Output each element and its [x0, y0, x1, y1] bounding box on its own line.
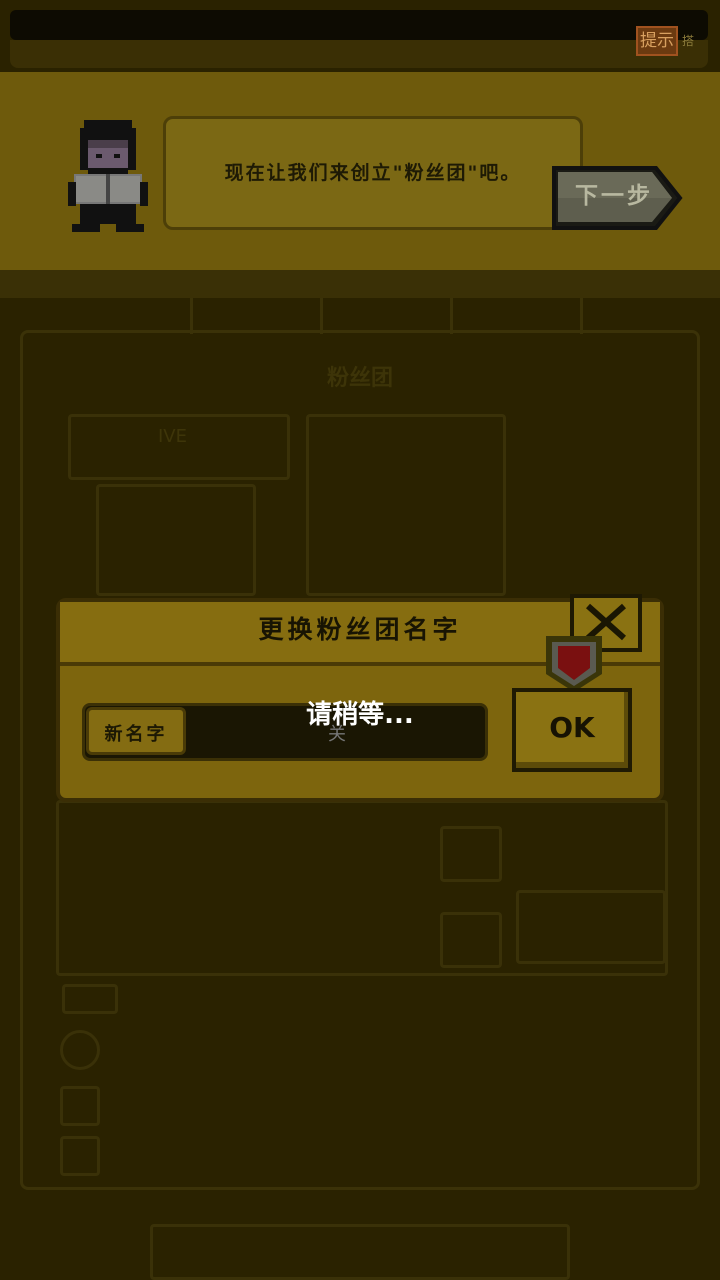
background-edit-button-2: [440, 912, 502, 968]
tutorial-banner-shadow: [0, 270, 720, 298]
heart-pointer-icon: [546, 636, 602, 692]
top-bar-strip: [10, 40, 708, 68]
background-member-portraits: [96, 484, 256, 596]
hint-extra-label: 搭: [682, 34, 695, 48]
new-name-label: 新名字: [104, 724, 168, 745]
background-live-label: IVE: [158, 426, 187, 447]
background-bottom-bar: [150, 1224, 570, 1280]
background-live-card: [68, 414, 290, 480]
next-step-label: 下一步: [575, 183, 653, 209]
manager-character-icon: [68, 120, 148, 232]
background-action-button: [516, 890, 666, 964]
background-empty-slot: [306, 414, 506, 596]
hint-button[interactable]: 提示: [636, 26, 678, 56]
tutorial-message: 现在让我们来创立"粉丝团"吧。: [224, 162, 522, 184]
loading-text: 请稍等...: [306, 700, 414, 730]
background-option-icon: [60, 1030, 100, 1070]
background-panel-title: 粉丝团: [326, 366, 393, 391]
background-edit-button: [440, 826, 502, 882]
background-option-icon-2: [60, 1086, 100, 1126]
ok-button[interactable]: OK: [512, 688, 632, 772]
background-toggle: [62, 984, 118, 1014]
background-option-icon-3: [60, 1136, 100, 1176]
top-bar: [10, 10, 708, 40]
